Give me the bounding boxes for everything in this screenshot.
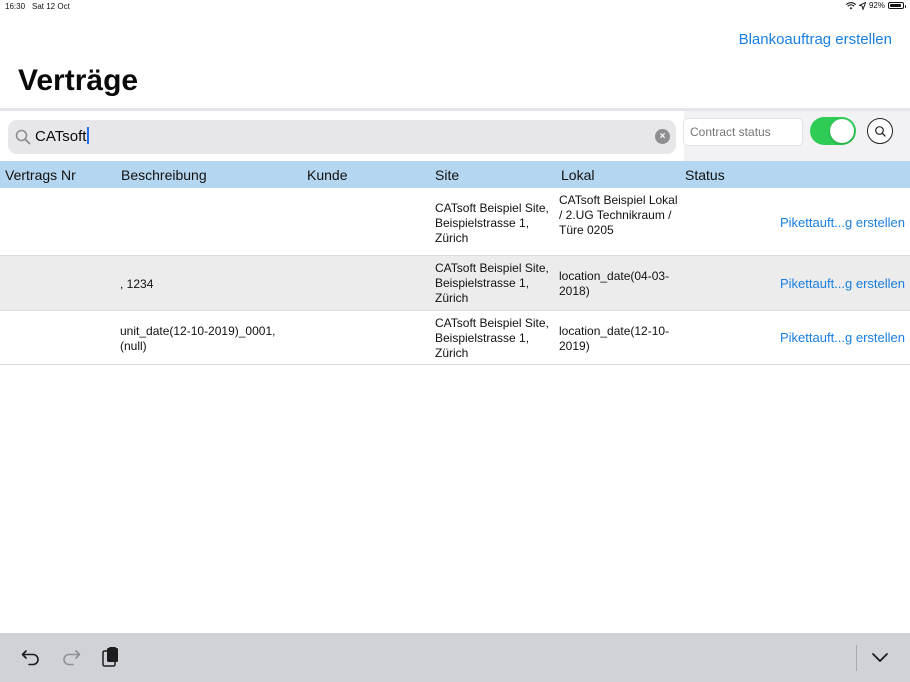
search-button[interactable] [867,118,893,144]
create-picket-order-button[interactable]: Pikettauft...g erstellen [780,330,905,345]
text-caret [87,127,89,144]
keyboard-shortcut-bar [0,633,910,682]
table-header: Vertrags Nr Beschreibung Kunde Site Loka… [0,161,910,188]
battery-fill [890,4,902,7]
app-screen: 16:30 Sat 12 Oct 92% Blankoauftrag erste… [0,0,910,682]
filter-toggle[interactable] [810,117,856,145]
toggle-knob [830,119,854,143]
battery-percent: 92% [868,1,885,10]
status-time: 16:30 [5,2,26,11]
column-header-status[interactable]: Status [685,167,725,183]
search-value: CATsoft [35,128,87,145]
search-panel: CATsoft × [0,111,684,161]
status-bar: 16:30 Sat 12 Oct 92% [0,0,910,14]
cell-beschreibung: unit_date(12-10-2019)_0001, (null) [120,324,276,353]
table-row[interactable]: , 1234 CATsoft Beispiel Site, Beispielst… [0,256,910,311]
search-icon [15,129,31,145]
cell-lokal: location_date(04-03-2018) [559,269,670,298]
column-header-kunde[interactable]: Kunde [307,167,347,183]
location-arrow-icon [858,1,866,10]
toolbar-divider [856,645,857,671]
clear-icon[interactable]: × [655,129,670,144]
paste-icon[interactable] [100,646,122,668]
cell-lokal: location_date(12-10-2019) [559,324,670,353]
create-blank-order-button[interactable]: Blankoauftrag erstellen [739,31,892,48]
column-header-site[interactable]: Site [435,167,459,183]
cell-lokal: CATsoft Beispiel Lokal / 2.UG Technikrau… [559,193,678,237]
create-picket-order-button[interactable]: Pikettauft...g erstellen [780,276,905,291]
page-title: Verträge [18,64,139,97]
status-right: 92% [845,1,906,10]
cell-site: CATsoft Beispiel Site, Beispielstrasse 1… [435,316,549,360]
chevron-down-icon[interactable] [869,646,891,668]
search-toolbar: CATsoft × [0,108,910,161]
column-header-lokal[interactable]: Lokal [561,167,594,183]
cell-site: CATsoft Beispiel Site, Beispielstrasse 1… [435,201,549,245]
status-date: Sat 12 Oct [32,2,70,11]
table-row[interactable]: CATsoft Beispiel Site, Beispielstrasse 1… [0,188,910,256]
redo-icon [63,650,81,666]
table-row[interactable]: unit_date(12-10-2019)_0001, (null) CATso… [0,311,910,365]
wifi-icon [845,1,856,9]
undo-icon[interactable] [20,646,42,668]
create-picket-order-button[interactable]: Pikettauft...g erstellen [780,215,905,230]
search-field[interactable]: CATsoft × [8,120,676,154]
search-icon [875,126,886,137]
cell-beschreibung: , 1234 [120,277,154,291]
search-input[interactable]: CATsoft [35,127,89,145]
column-header-beschreibung[interactable]: Beschreibung [121,167,207,183]
cell-site: CATsoft Beispiel Site, Beispielstrasse 1… [435,261,549,305]
column-header-vertrags-nr[interactable]: Vertrags Nr [5,167,76,183]
battery-icon [888,2,906,9]
contract-status-input[interactable] [683,118,803,146]
